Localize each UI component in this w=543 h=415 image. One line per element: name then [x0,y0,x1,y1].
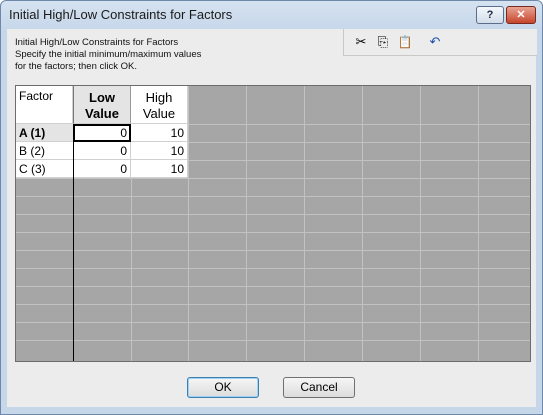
row-header-factor-b[interactable]: B (2) [16,142,73,160]
close-button[interactable]: ✕ [506,6,536,24]
grid-line [16,304,530,305]
title-bar[interactable]: Initial High/Low Constraints for Factors… [1,1,542,29]
grid-line [16,196,530,197]
grid-line [304,86,305,361]
cut-icon[interactable]: ✂ [352,33,370,51]
grid-line [478,86,479,361]
high-value-cell-a[interactable]: 10 [131,124,188,142]
grid-line [246,86,247,361]
grid-line [16,232,530,233]
undo-icon[interactable]: ↶ [426,33,444,51]
grid-line [420,86,421,361]
window-title: Initial High/Low Constraints for Factors [9,7,233,22]
column-header-low-value-label: Low Value [85,90,119,121]
column-header-low-value[interactable]: Low Value [73,86,131,124]
row-header-factor-c[interactable]: C (3) [16,160,73,178]
copy-icon[interactable]: ⎘ [374,33,392,51]
column-header-high-value-label: High Value [142,90,176,121]
edit-toolbar: ✂ ⎘ 📋 ↶ [343,29,537,56]
instructions-line-2: Specify the initial minimum/maximum valu… [15,49,202,60]
column-header-high-value[interactable]: High Value [131,86,188,124]
instructions-line-3: for the factors; then click OK. [15,61,137,72]
cancel-button[interactable]: Cancel [283,377,355,398]
grid-line [16,340,530,341]
instructions-text: Initial High/Low Constraints for Factors… [15,37,201,73]
high-value-cell-b[interactable]: 10 [131,142,188,160]
low-value-cell-a[interactable]: 0 [73,124,131,142]
high-value-cell-c[interactable]: 10 [131,160,188,178]
grid-line [16,250,530,251]
constraints-grid[interactable]: Factor Low Value High Value A (1) 0 10 B (… [15,85,531,362]
grid-line [188,86,189,361]
ok-button[interactable]: OK [187,377,259,398]
grid-line [16,178,530,179]
low-value-cell-b[interactable]: 0 [73,142,131,160]
grid-line [16,268,530,269]
instructions-line-1: Initial High/Low Constraints for Factors [15,37,179,48]
help-button[interactable]: ? [476,6,504,24]
grid-line [362,86,363,361]
dialog-body: Initial High/Low Constraints for Factors… [7,29,537,407]
grid-line [16,322,530,323]
grid-line [16,286,530,287]
grid-line [16,214,530,215]
frozen-column-divider [73,124,74,361]
row-header-factor-a[interactable]: A (1) [16,124,73,142]
paste-icon[interactable]: 📋 [396,33,414,51]
column-header-factor[interactable]: Factor [16,86,73,124]
dialog-window: Initial High/Low Constraints for Factors… [0,0,543,415]
low-value-cell-c[interactable]: 0 [73,160,131,178]
